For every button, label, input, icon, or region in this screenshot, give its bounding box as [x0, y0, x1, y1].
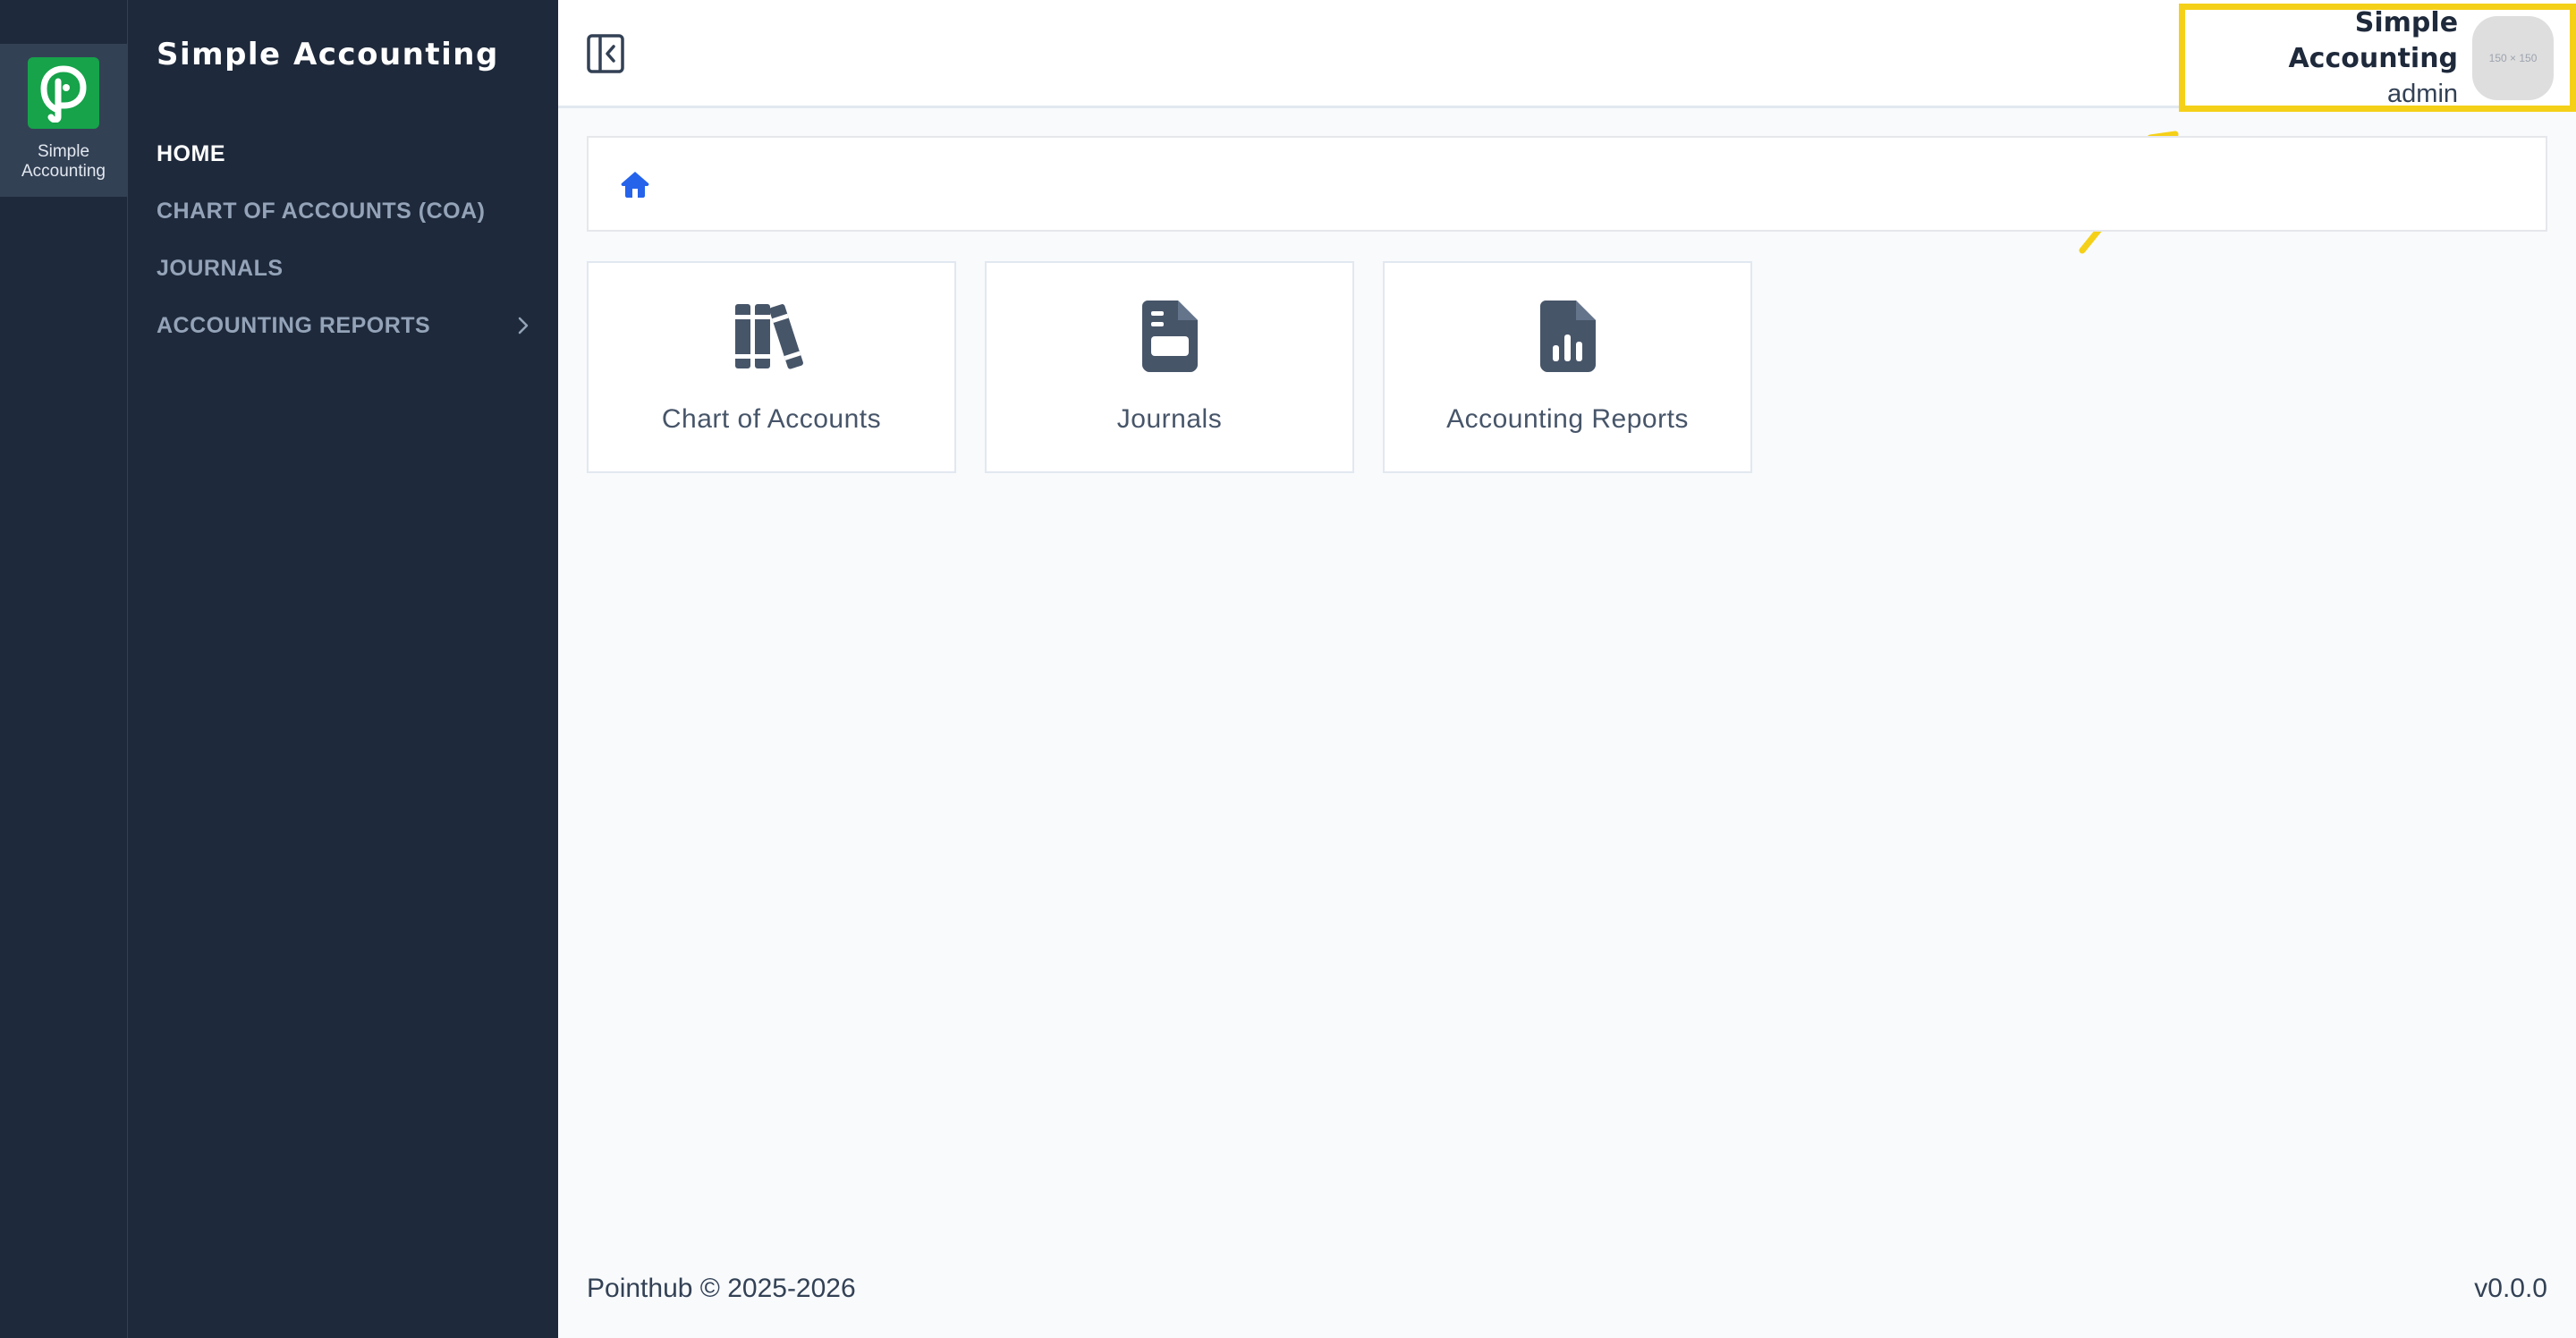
user-role: admin: [2387, 79, 2459, 108]
home-icon: [621, 172, 649, 198]
journal-file-icon: [1141, 299, 1198, 374]
card-label: Chart of Accounts: [661, 404, 882, 434]
breadcrumb-home-link[interactable]: [619, 168, 651, 205]
card-label: Accounting Reports: [1446, 404, 1689, 434]
card-label: Journals: [1116, 404, 1223, 434]
sidebar-item-label: JOURNALS: [157, 255, 284, 281]
pointhub-logo-icon: [28, 57, 99, 129]
sidebar-title: Simple Accounting: [157, 37, 499, 72]
sidebar-item-journals[interactable]: JOURNALS: [157, 240, 530, 297]
card-accounting-reports[interactable]: Accounting Reports: [1383, 261, 1752, 473]
sidebar-nav: HOME CHART OF ACCOUNTS (COA) JOURNALS AC…: [157, 125, 530, 354]
sidebar-collapse-button[interactable]: [587, 34, 624, 73]
books-icon: [733, 299, 810, 374]
avatar: 150 × 150: [2472, 15, 2554, 100]
app-rail: Simple Accounting: [0, 0, 128, 1338]
app-switcher-label: Simple Accounting: [21, 142, 106, 181]
sidebar-item-label: HOME: [157, 140, 225, 166]
report-chart-file-icon: [1539, 299, 1596, 374]
sidebar-collapse-icon: [587, 34, 624, 73]
sidebar-item-home[interactable]: HOME: [157, 125, 530, 182]
top-header: Simple Accounting admin 150 × 150: [558, 0, 2576, 112]
card-journals[interactable]: Journals: [985, 261, 1354, 473]
user-name: Simple Accounting: [2288, 6, 2459, 74]
chevron-right-icon: [516, 316, 530, 335]
sidebar-item-accounting-reports[interactable]: ACCOUNTING REPORTS: [157, 297, 530, 354]
avatar-placeholder-text: 150 × 150: [2488, 51, 2538, 64]
card-chart-of-accounts[interactable]: Chart of Accounts: [587, 261, 956, 473]
sidebar-item-chart-of-accounts[interactable]: CHART OF ACCOUNTS (COA): [157, 182, 530, 240]
sidebar-item-label: ACCOUNTING REPORTS: [157, 312, 431, 338]
app-switcher-item[interactable]: Simple Accounting: [0, 44, 127, 197]
user-info: Simple Accounting admin: [2185, 5, 2458, 111]
user-menu[interactable]: Simple Accounting admin 150 × 150: [2179, 4, 2576, 112]
breadcrumb: [587, 136, 2547, 232]
sidebar: Simple Accounting HOME CHART OF ACCOUNTS…: [128, 0, 558, 1338]
footer-copyright: Pointhub © 2025-2026: [587, 1274, 856, 1303]
sidebar-item-label: CHART OF ACCOUNTS (COA): [157, 198, 486, 224]
footer-version: v0.0.0: [2474, 1274, 2547, 1303]
